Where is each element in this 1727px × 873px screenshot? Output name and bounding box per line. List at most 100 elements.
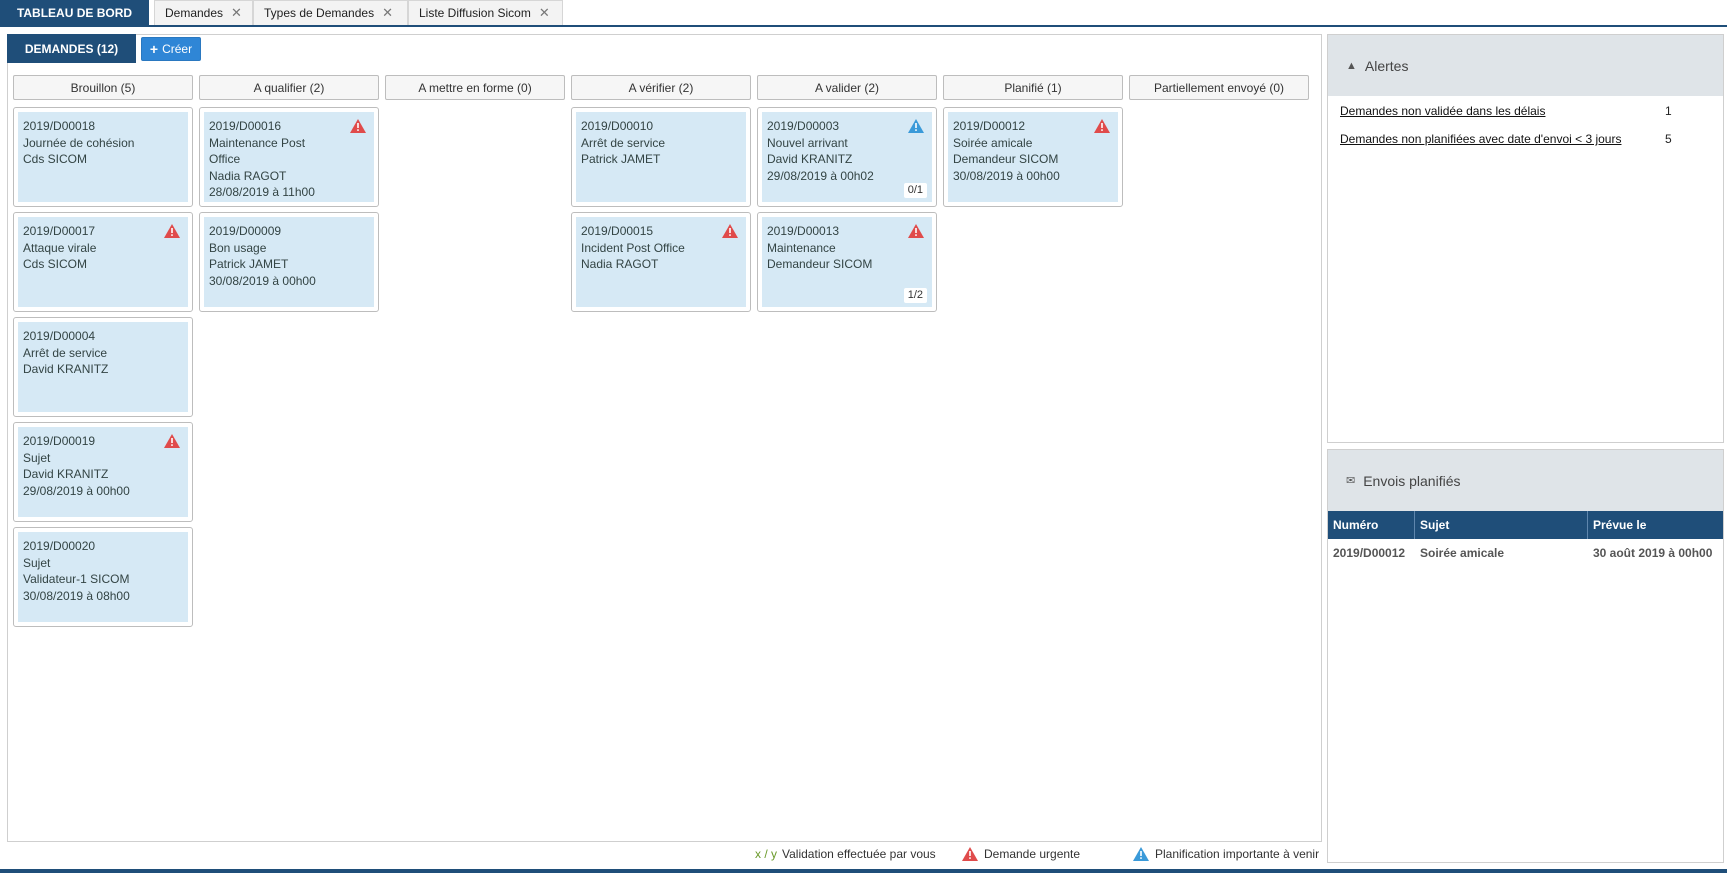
- info-warning-icon: [1133, 847, 1149, 861]
- alert-link[interactable]: Demandes non planifiées avec date d'envo…: [1340, 132, 1621, 146]
- column-header[interactable]: Brouillon (5): [13, 75, 193, 100]
- table-row[interactable]: 2019/D00012 Soirée amicale 30 août 2019 …: [1328, 539, 1723, 567]
- legend-planif: Planification importante à venir: [1133, 847, 1319, 861]
- request-card[interactable]: 2019/D00020 Sujet Validateur-1 SICOM 30/08/…: [13, 527, 193, 627]
- close-icon[interactable]: ✕: [382, 5, 393, 21]
- column-header-sujet[interactable]: Sujet: [1415, 511, 1588, 539]
- request-card-body: 2019/D00013 Maintenance Demandeur SICOM 1/2: [762, 217, 932, 307]
- request-card[interactable]: 2019/D00009 Bon usage Patrick JAMET 30/08/2…: [199, 212, 379, 312]
- tab-label: Types de Demandes: [264, 6, 375, 20]
- request-detail-line: 29/08/2019 à 00h00: [23, 483, 130, 498]
- column-header[interactable]: A valider (2): [757, 75, 937, 100]
- request-detail-line: Cds SICOM: [23, 257, 88, 271]
- request-detail-line: Sujet: [23, 555, 51, 570]
- cell-prevue: 30 août 2019 à 00h00: [1593, 546, 1713, 560]
- request-detail-line: Cds SICOM: [23, 152, 88, 166]
- envois-header: ✉ Envois planifiés: [1328, 450, 1723, 511]
- request-card[interactable]: 2019/D00012 Soirée amicale Demandeur SICOM…: [943, 107, 1123, 207]
- request-card[interactable]: 2019/D00004 Arrêt de service David KRANITZ: [13, 317, 193, 417]
- kanban-column: A qualifier (2) 2019/D00016 Maintenance Po…: [199, 75, 379, 312]
- cell-sujet: Soirée amicale: [1420, 546, 1505, 560]
- create-button[interactable]: + Créer: [141, 37, 201, 61]
- column-header[interactable]: A mettre en forme (0): [385, 75, 565, 100]
- request-id: 2019/D00019: [23, 434, 96, 448]
- close-icon[interactable]: ✕: [539, 5, 550, 21]
- request-card[interactable]: 2019/D00017 Attaque virale Cds SICOM: [13, 212, 193, 312]
- warning-icon: [962, 847, 978, 861]
- request-detail-line: 30/08/2019 à 08h00: [23, 588, 130, 603]
- legend-urgent: Demande urgente: [962, 847, 1080, 861]
- request-card-body: 2019/D00016 Maintenance Post Office Nadia R…: [204, 112, 374, 202]
- create-label: Créer: [162, 42, 193, 56]
- alerts-title: Alertes: [1364, 57, 1409, 74]
- cell-numero: 2019/D00012: [1333, 546, 1406, 560]
- tab-tableau-de-bord[interactable]: TABLEAU DE BORD: [0, 0, 149, 25]
- alert-item[interactable]: Demandes non validée dans les délais: [1340, 104, 1545, 118]
- warning-icon: [1094, 119, 1110, 133]
- request-detail-line: Demandeur SICOM: [767, 257, 873, 271]
- request-detail-line: Maintenance: [767, 240, 836, 255]
- column-header[interactable]: Planifié (1): [943, 75, 1123, 100]
- bottom-border: [0, 869, 1727, 873]
- plus-icon: +: [149, 41, 159, 57]
- warning-icon: [908, 224, 924, 238]
- close-icon[interactable]: ✕: [231, 5, 242, 21]
- request-id: 2019/D00020: [23, 539, 96, 553]
- request-card[interactable]: 2019/D00019 Sujet David KRANITZ 29/08/2019 …: [13, 422, 193, 522]
- request-id: 2019/D00015: [581, 224, 654, 238]
- request-card-body: 2019/D00019 Sujet David KRANITZ 29/08/2019 …: [18, 427, 188, 517]
- request-detail-line: Journée de cohésion: [23, 135, 135, 150]
- request-detail-line: Attaque virale: [23, 240, 97, 255]
- request-detail-line: Nadia RAGOT: [209, 168, 287, 183]
- request-detail-line: 28/08/2019 à 11h00: [209, 185, 315, 199]
- request-id: 2019/D00012: [953, 119, 1026, 133]
- request-id: 2019/D00004: [23, 329, 96, 343]
- legend-validation-label: Validation effectuée par vous: [782, 847, 936, 861]
- request-id: 2019/D00018: [23, 119, 96, 133]
- request-detail-line: Arrêt de service: [23, 345, 108, 360]
- request-id: 2019/D00017: [23, 224, 96, 238]
- request-detail-line: 30/08/2019 à 00h00: [209, 273, 316, 288]
- alert-item[interactable]: Demandes non planifiées avec date d'envo…: [1340, 132, 1621, 146]
- validation-count-badge: 0/1: [903, 183, 927, 198]
- request-card[interactable]: 2019/D00013 Maintenance Demandeur SICOM 1/2: [757, 212, 937, 312]
- request-card[interactable]: 2019/D00010 Arrêt de service Patrick JAMET: [571, 107, 751, 207]
- tab-demandes[interactable]: Demandes ✕: [154, 0, 253, 25]
- column-header-numero[interactable]: Numéro: [1328, 511, 1415, 539]
- request-detail-line: David KRANITZ: [767, 152, 853, 166]
- tab-types-de-demandes[interactable]: Types de Demandes ✕: [253, 0, 408, 25]
- request-id: 2019/D00010: [581, 119, 654, 133]
- request-detail-line: Patrick JAMET: [581, 152, 661, 166]
- column-header-prevue[interactable]: Prévue le: [1588, 511, 1723, 539]
- alert-count: 5: [1665, 132, 1672, 146]
- kanban-column: A mettre en forme (0): [385, 75, 565, 100]
- request-id: 2019/D00013: [767, 224, 840, 238]
- top-tab-bar: TABLEAU DE BORD Demandes ✕ Types de Deman…: [0, 0, 1727, 27]
- request-detail-line: 30/08/2019 à 00h00: [953, 168, 1060, 183]
- request-card[interactable]: 2019/D00015 Incident Post Office Nadia RAG…: [571, 212, 751, 312]
- tab-liste-diffusion-sicom[interactable]: Liste Diffusion Sicom ✕: [408, 0, 563, 25]
- alerts-header: ▲ Alertes: [1328, 35, 1723, 96]
- column-header[interactable]: A qualifier (2): [199, 75, 379, 100]
- board-title-tab[interactable]: DEMANDES (12): [7, 34, 136, 63]
- envelope-icon: ✉: [1346, 475, 1356, 487]
- warning-icon: [164, 224, 180, 238]
- request-detail-line: Incident Post Office: [581, 240, 685, 255]
- request-card[interactable]: 2019/D00018 Journée de cohésion Cds SICOM: [13, 107, 193, 207]
- request-detail-line: Nouvel arrivant: [767, 135, 848, 150]
- legend-planif-label: Planification importante à venir: [1155, 847, 1320, 861]
- envois-panel: ✉ Envois planifiés Numéro Sujet Prévue le…: [1327, 449, 1724, 863]
- request-detail-line: Office: [209, 152, 241, 166]
- column-header[interactable]: A vérifier (2): [571, 75, 751, 100]
- request-detail-line: Nadia RAGOT: [581, 257, 659, 271]
- alert-link[interactable]: Demandes non validée dans les délais: [1340, 104, 1545, 118]
- warning-icon: [350, 119, 366, 133]
- warning-icon: [164, 434, 180, 448]
- column-header[interactable]: Partiellement envoyé (0): [1129, 75, 1309, 100]
- request-detail-line: 29/08/2019 à 00h02: [767, 168, 874, 183]
- kanban-column: A valider (2) 2019/D00003 Nouvel arrivant D…: [757, 75, 937, 312]
- request-detail-line: Validateur-1 SICOM: [23, 572, 130, 586]
- info-warning-icon: [908, 119, 924, 133]
- request-card[interactable]: 2019/D00003 Nouvel arrivant David KRANITZ 2…: [757, 107, 937, 207]
- request-card[interactable]: 2019/D00016 Maintenance Post Office Nadia R…: [199, 107, 379, 207]
